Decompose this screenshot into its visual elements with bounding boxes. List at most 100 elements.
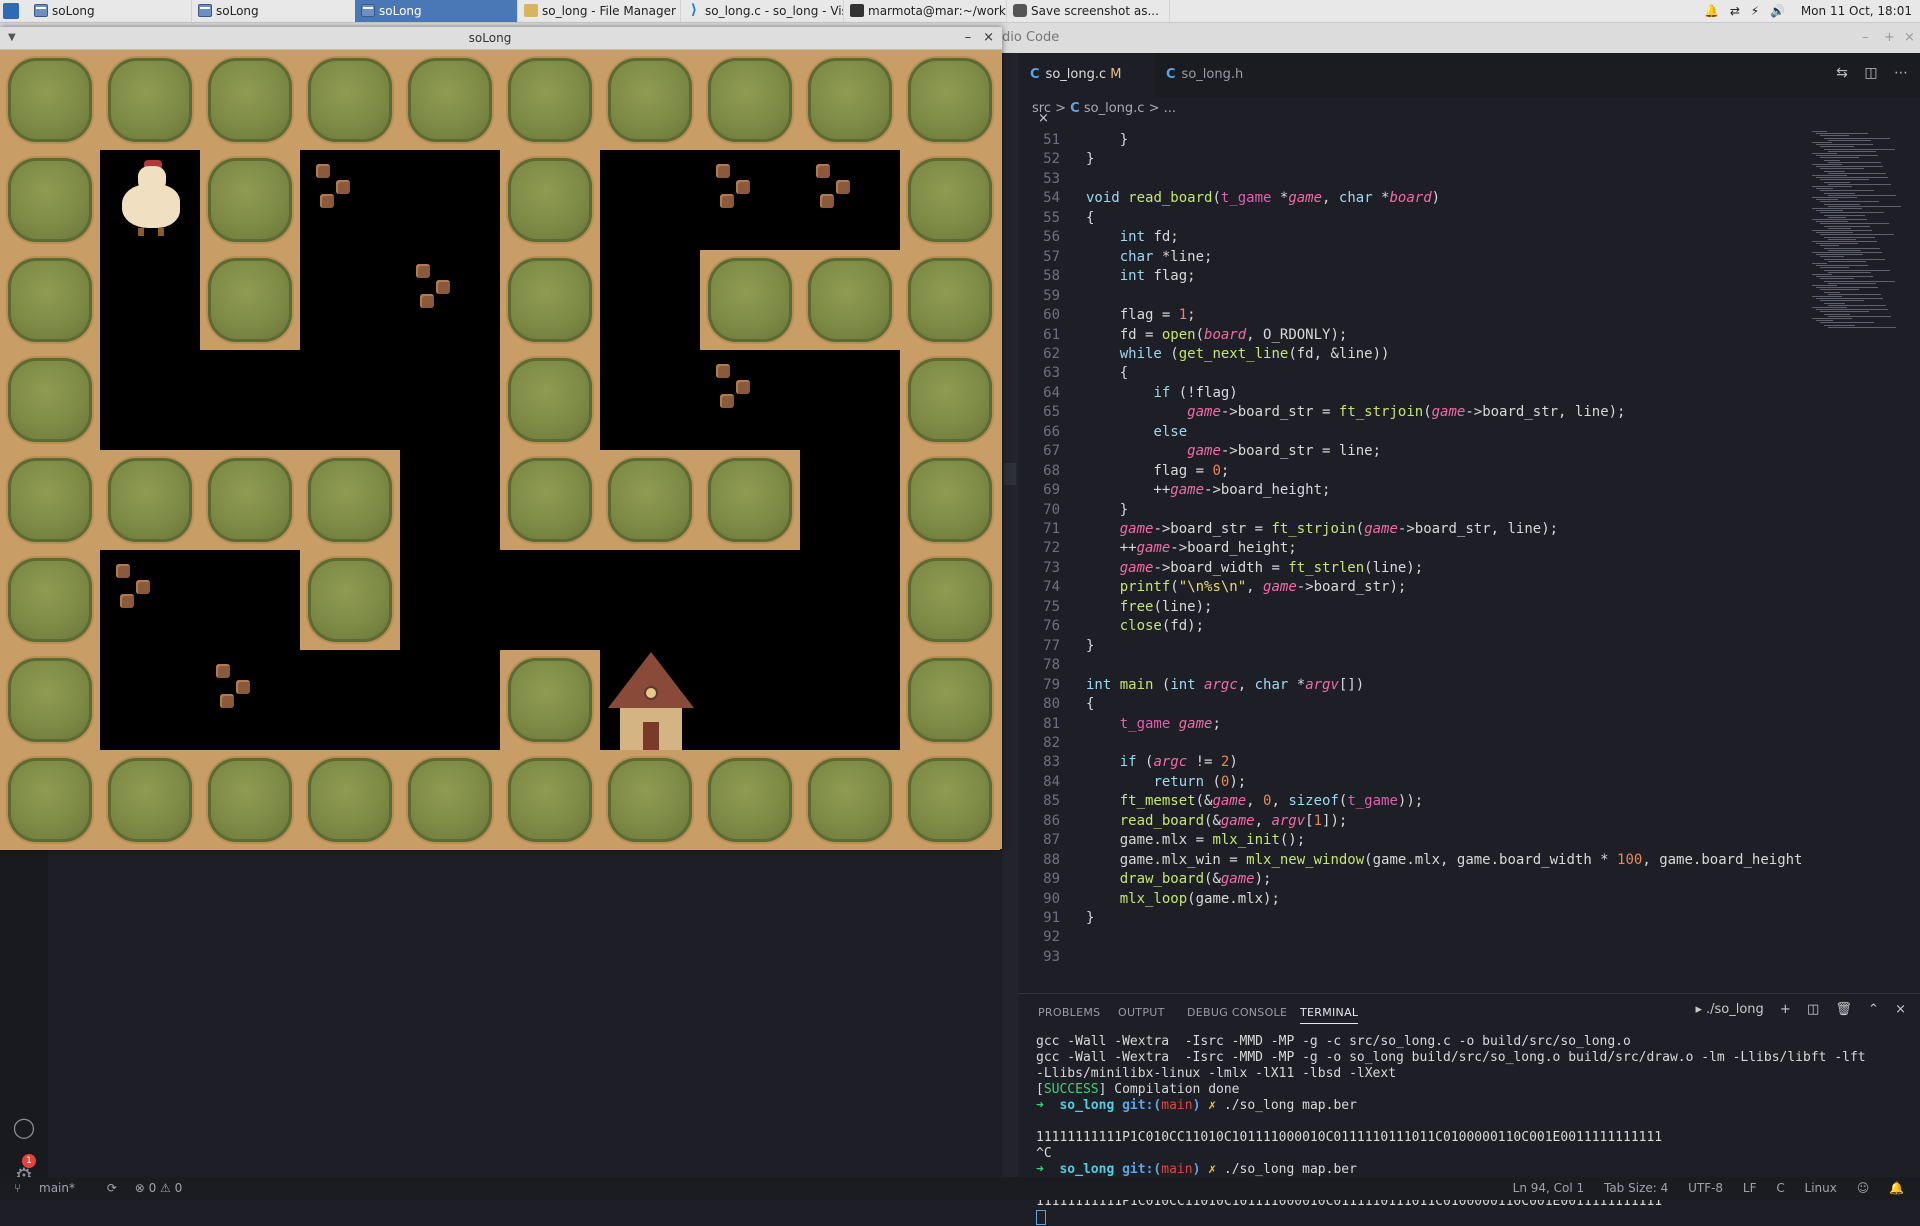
bell-icon[interactable]: 🔔 — [1889, 1181, 1904, 1195]
terminal-name[interactable]: ./so_long — [1706, 1002, 1764, 1017]
code-line[interactable]: 92 — [1018, 928, 1808, 947]
power-icon[interactable]: ⚡ — [1751, 0, 1759, 22]
code-line[interactable]: 75 free(line); — [1018, 598, 1808, 617]
task-vscode[interactable]: ⟩ so_long.c - so_long - Visual S... — [681, 0, 844, 22]
split-editor-icon[interactable]: ◫ — [1864, 65, 1877, 81]
branch-indicator[interactable]: ⑂ main* — [14, 1181, 89, 1195]
breadcrumb-symbol[interactable]: ... — [1164, 101, 1176, 116]
code-line[interactable]: 83 if (argc != 2) — [1018, 753, 1808, 772]
code-line[interactable]: 88 game.mlx_win = mlx_new_window(game.ml… — [1018, 851, 1808, 870]
code-line[interactable]: 86 read_board(&game, argv[1]); — [1018, 812, 1808, 831]
cursor-position[interactable]: Ln 94, Col 1 — [1513, 1181, 1585, 1195]
tab-so-long-c[interactable]: Cso_long.c M × — [1018, 53, 1154, 126]
code-line[interactable]: 55 { — [1018, 209, 1808, 228]
network-icon[interactable]: ⇄ — [1730, 0, 1740, 22]
tab-size[interactable]: Tab Size: 4 — [1604, 1181, 1668, 1195]
feedback-icon[interactable]: ☺ — [1857, 1181, 1870, 1195]
bell-icon[interactable]: 🔔 — [1704, 0, 1719, 22]
code-line[interactable]: 64 if (!flag) — [1018, 384, 1808, 403]
code-line[interactable]: 77} — [1018, 637, 1808, 656]
source-control-icon[interactable]: ⇆ — [1836, 65, 1848, 81]
clock[interactable]: Mon 11 Oct, 18:01 — [1801, 0, 1912, 22]
maximize-panel-icon[interactable]: ⌃ — [1868, 1002, 1879, 1017]
code-line[interactable]: 54 void read_board(t_game *game, char *bo… — [1018, 189, 1808, 208]
app-menu-icon[interactable] — [3, 3, 19, 19]
code-line[interactable]: 89 draw_board(&game); — [1018, 870, 1808, 889]
encoding[interactable]: UTF-8 — [1688, 1181, 1723, 1195]
code-line[interactable]: 82 — [1018, 734, 1808, 753]
task-terminal[interactable]: marmota@mar:~/workstati... — [844, 0, 1007, 22]
minimap[interactable] — [1808, 131, 1908, 331]
code-line[interactable]: 71 game->board_str = ft_strjoin(game->bo… — [1018, 520, 1808, 539]
minimap-line — [1812, 274, 1832, 275]
minimize-icon[interactable]: – — [965, 30, 972, 45]
code-line[interactable]: 65 game->board_str = ft_strjoin(game->bo… — [1018, 403, 1808, 422]
floor-tile — [600, 250, 700, 350]
code-line[interactable]: 78 — [1018, 656, 1808, 675]
tab-debug-console[interactable]: DEBUG CONSOLE — [1187, 1006, 1287, 1019]
sash-handle[interactable] — [1004, 463, 1016, 485]
code-line[interactable]: 84 return (0); — [1018, 773, 1808, 792]
tab-terminal[interactable]: TERMINAL — [1300, 1006, 1359, 1024]
split-terminal-icon[interactable]: ◫ — [1807, 1002, 1819, 1017]
task-screenshot[interactable]: Save screenshot as... — [1007, 0, 1170, 22]
code-line[interactable]: 73 game->board_width = ft_strlen(line); — [1018, 559, 1808, 578]
task-file-manager[interactable]: so_long - File Manager — [518, 0, 681, 22]
code-line[interactable]: 79 int main (int argc, char *argv[]) — [1018, 676, 1808, 695]
code-line[interactable]: 53 — [1018, 170, 1808, 189]
code-line[interactable]: 76 close(fd); — [1018, 617, 1808, 636]
sidebar-sash[interactable] — [1002, 53, 1018, 1177]
language-mode[interactable]: C — [1776, 1181, 1784, 1195]
code-line[interactable]: 57 char *line; — [1018, 248, 1808, 267]
code-line[interactable]: 52} — [1018, 150, 1808, 169]
code-line[interactable]: 51 } — [1018, 131, 1808, 150]
breadcrumb-file[interactable]: so_long.c — [1084, 101, 1145, 116]
terminal-output[interactable]: gcc -Wall -Wextra -Isrc -MMD -MP -g -c s… — [1036, 1034, 1916, 1225]
minimize-icon[interactable]: – — [1862, 23, 1869, 53]
code-line[interactable]: 80 { — [1018, 695, 1808, 714]
problems-indicator[interactable]: ⊗ 0 ⚠ 0 — [135, 1181, 183, 1195]
code-line[interactable]: 60 flag = 1; — [1018, 306, 1808, 325]
task-solong-3[interactable]: soLong — [355, 0, 518, 22]
code-line[interactable]: 68 flag = 0; — [1018, 462, 1808, 481]
volume-icon[interactable]: 🔊 — [1770, 0, 1785, 22]
eol[interactable]: LF — [1743, 1181, 1757, 1195]
game-titlebar[interactable]: ▼ soLong – × — [0, 27, 1002, 50]
breadcrumb-folder[interactable]: src — [1032, 101, 1051, 116]
code-editor[interactable]: 51 } 52} 53 54 void read_board(t_game *game,… — [1018, 131, 1808, 991]
os-indicator[interactable]: Linux — [1805, 1181, 1837, 1195]
close-icon[interactable]: × — [983, 30, 994, 45]
add-terminal-icon[interactable]: + — [1780, 1002, 1791, 1017]
more-actions-icon[interactable]: ⋯ — [1894, 65, 1908, 81]
sync-icon[interactable]: ⟳ — [107, 1181, 117, 1195]
code-line[interactable]: 85 ft_memset(&game, 0, sizeof(t_game)); — [1018, 792, 1808, 811]
code-line[interactable]: 90 mlx_loop(game.mlx); — [1018, 890, 1808, 909]
code-line[interactable]: 81 t_game game; — [1018, 715, 1808, 734]
code-line[interactable]: 63 { — [1018, 364, 1808, 383]
code-line[interactable]: 62 while (get_next_line(fd, &line)) — [1018, 345, 1808, 364]
code-line[interactable]: 91} — [1018, 909, 1808, 928]
code-line[interactable]: 67 game->board_str = line; — [1018, 442, 1808, 461]
code-line[interactable]: 87 game.mlx = mlx_init(); — [1018, 831, 1808, 850]
git-branch-icon: ⑂ — [14, 1181, 26, 1195]
code-line[interactable]: 74 printf("\n%s\n", game->board_str); — [1018, 578, 1808, 597]
code-line[interactable]: 61 fd = open(board, O_RDONLY); — [1018, 326, 1808, 345]
tab-output[interactable]: OUTPUT — [1118, 1006, 1165, 1019]
code-line[interactable]: 69 ++game->board_height; — [1018, 481, 1808, 500]
code-line[interactable]: 70 } — [1018, 501, 1808, 520]
code-line[interactable]: 59 — [1018, 287, 1808, 306]
tab-so-long-h[interactable]: Cso_long.h — [1154, 53, 1274, 97]
code-line[interactable]: 56 int fd; — [1018, 228, 1808, 247]
code-line[interactable]: 72 ++game->board_height; — [1018, 539, 1808, 558]
task-solong-1[interactable]: soLong — [28, 0, 192, 22]
close-panel-icon[interactable]: × — [1895, 1002, 1906, 1017]
task-solong-2[interactable]: soLong — [192, 0, 356, 22]
code-line[interactable]: 66 else — [1018, 423, 1808, 442]
code-line[interactable]: 93 — [1018, 948, 1808, 967]
trash-icon[interactable]: 🗑 — [1835, 1002, 1852, 1017]
tab-problems[interactable]: PROBLEMS — [1038, 1006, 1100, 1019]
code-line[interactable]: 58 int flag; — [1018, 267, 1808, 286]
close-icon[interactable]: × — [1904, 23, 1915, 53]
maximize-icon[interactable]: + — [1884, 23, 1895, 53]
account-icon[interactable]: ◯ — [12, 1115, 36, 1139]
